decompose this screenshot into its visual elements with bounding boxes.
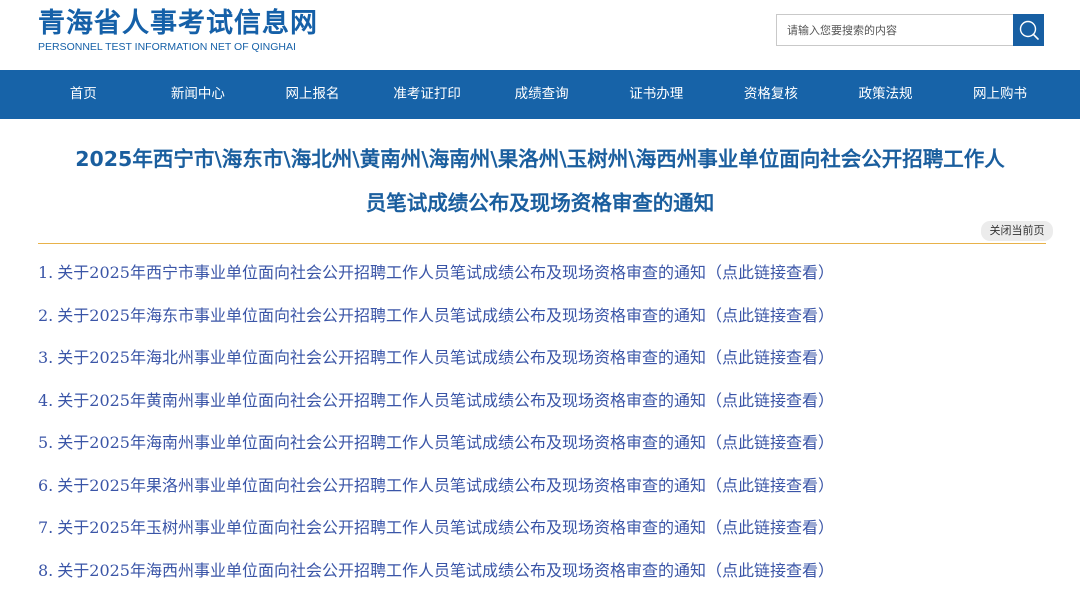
notice-link[interactable]: 6. 关于2025年果洛州事业单位面向社会公开招聘工作人员笔试成绩公布及现场资格审… [38,465,1048,508]
notice-link[interactable]: 2. 关于2025年海东市事业单位面向社会公开招聘工作人员笔试成绩公布及现场资格审… [38,295,1048,338]
link-number: 8. [38,560,54,580]
page-title-line-1: 2025年西宁市\海东市\海北州\黄南州\海南州\果洛州\玉树州\海西州事业单位… [75,147,1005,171]
link-number: 4. [38,390,54,410]
link-number: 2. [38,305,54,325]
notice-link[interactable]: 3. 关于2025年海北州事业单位面向社会公开招聘工作人员笔试成绩公布及现场资格审… [38,337,1048,380]
site-name-cn: 青海省人事考试信息网 [38,8,318,39]
link-text: 关于2025年玉树州事业单位面向社会公开招聘工作人员笔试成绩公布及现场资格审查的… [57,518,834,537]
nav-item-policy[interactable]: 政策法规 [828,70,943,119]
nav-item-score-query[interactable]: 成绩查询 [484,70,599,119]
nav-item-bookstore[interactable]: 网上购书 [943,70,1058,119]
site-logo[interactable]: 青海省人事考试信息网 PERSONNEL TEST INFORMATION NE… [38,8,318,53]
link-text: 关于2025年海北州事业单位面向社会公开招聘工作人员笔试成绩公布及现场资格审查的… [57,348,834,367]
nav-item-certificate[interactable]: 证书办理 [599,70,714,119]
notice-link[interactable]: 7. 关于2025年玉树州事业单位面向社会公开招聘工作人员笔试成绩公布及现场资格审… [38,507,1048,550]
site-name-en: PERSONNEL TEST INFORMATION NET OF QINGHA… [38,41,296,53]
link-number: 7. [38,518,54,537]
title-divider [38,243,1046,244]
notice-link-list: 1. 关于2025年西宁市事业单位面向社会公开招聘工作人员笔试成绩公布及现场资格审… [38,252,1048,592]
link-number: 3. [38,348,54,367]
notice-link[interactable]: 1. 关于2025年西宁市事业单位面向社会公开招聘工作人员笔试成绩公布及现场资格审… [38,252,1048,295]
link-text: 关于2025年果洛州事业单位面向社会公开招聘工作人员笔试成绩公布及现场资格审查的… [57,475,834,495]
notice-link[interactable]: 5. 关于2025年海南州事业单位面向社会公开招聘工作人员笔试成绩公布及现场资格审… [38,422,1048,465]
link-text: 关于2025年西宁市事业单位面向社会公开招聘工作人员笔试成绩公布及现场资格审查的… [57,263,834,282]
link-number: 1. [38,263,54,282]
link-text: 关于2025年黄南州事业单位面向社会公开招聘工作人员笔试成绩公布及现场资格审查的… [57,390,834,410]
search-icon [1019,20,1039,40]
search-button[interactable] [1013,14,1044,46]
link-number: 6. [38,475,54,495]
search-input[interactable] [776,14,1013,46]
nav-item-news[interactable]: 新闻中心 [141,70,256,119]
nav-item-registration[interactable]: 网上报名 [255,70,370,119]
link-text: 关于2025年海西州事业单位面向社会公开招聘工作人员笔试成绩公布及现场资格审查的… [57,560,834,580]
link-text: 关于2025年海南州事业单位面向社会公开招聘工作人员笔试成绩公布及现场资格审查的… [57,433,834,452]
link-text: 关于2025年海东市事业单位面向社会公开招聘工作人员笔试成绩公布及现场资格审查的… [57,305,834,325]
notice-link[interactable]: 4. 关于2025年黄南州事业单位面向社会公开招聘工作人员笔试成绩公布及现场资格审… [38,380,1048,423]
nav-item-home[interactable]: 首页 [26,70,141,119]
main-nav: 首页 新闻中心 网上报名 准考证打印 成绩查询 证书办理 资格复核 政策法规 网… [0,70,1080,119]
notice-link[interactable]: 8. 关于2025年海西州事业单位面向社会公开招聘工作人员笔试成绩公布及现场资格审… [38,550,1048,593]
close-page-button[interactable]: 关闭当前页 [981,221,1053,241]
site-header: 青海省人事考试信息网 PERSONNEL TEST INFORMATION NE… [0,0,1080,70]
page-title-line-2: 员笔试成绩公布及现场资格审查的通知 [365,191,715,215]
page-title: 2025年西宁市\海东市\海北州\黄南州\海南州\果洛州\玉树州\海西州事业单位… [30,137,1050,225]
nav-item-admission-ticket[interactable]: 准考证打印 [370,70,485,119]
search-box [776,14,1044,46]
link-number: 5. [38,433,54,452]
nav-item-qualification-review[interactable]: 资格复核 [714,70,829,119]
